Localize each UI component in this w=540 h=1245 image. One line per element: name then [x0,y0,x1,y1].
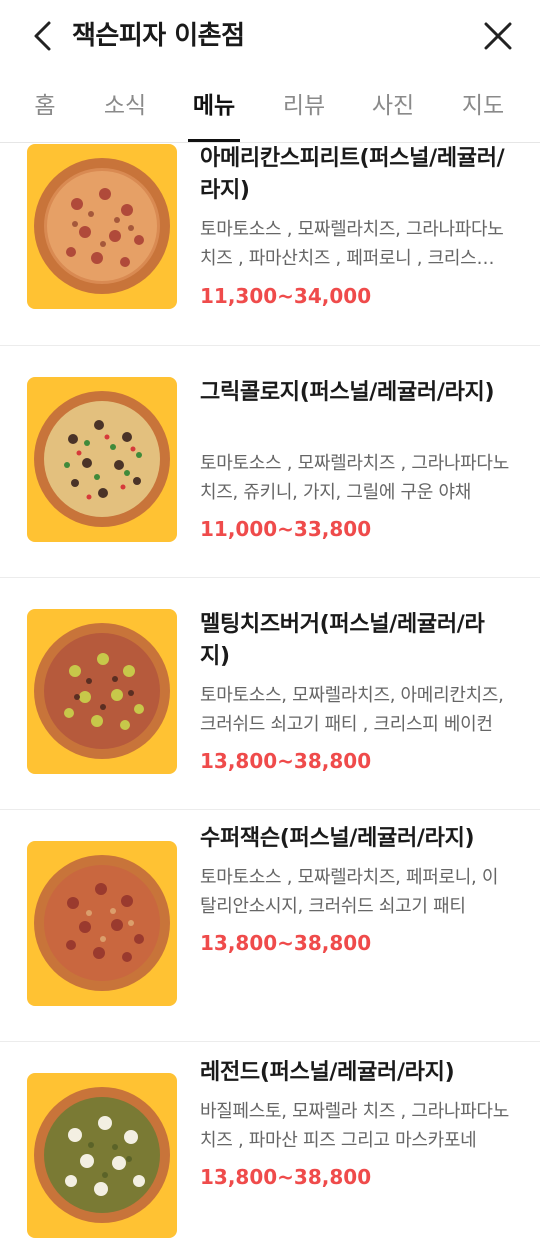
menu-item-image [27,841,177,1006]
menu-item-description: 토마토소스 , 모짜렐라치즈 , 그라나파다노치즈, 쥬키니, 가지, 그릴에 … [200,453,509,503]
menu-item-price: 11,300~34,000 [200,284,372,308]
menu-item-description: 바질페스토, 모짜렐라 치즈 , 그라나파다노 치즈 , 파마산 피즈 그리고 … [200,1101,509,1151]
close-icon [484,22,512,50]
menu-item[interactable]: 그릭콜로지(퍼스널/레귤러/라지) 토마토소스 , 모짜렐라치즈 , 그라나파다… [0,345,540,578]
menu-item-name: 멜팅치즈버거(퍼스널/레귤러/라지) [200,612,485,669]
menu-item-description: 토마토소스, 모짜렐라치즈, 아메리칸치즈, 크러쉬드 쇠고기 패티 , 크리스… [200,685,504,735]
menu-item-image [27,1073,177,1238]
menu-item-price: 13,800~38,800 [200,1165,372,1189]
close-button[interactable] [478,16,518,56]
tab-map[interactable]: 지도 [456,72,510,142]
menu-item-name: 아메리칸스피리트(퍼스널/레귤러/라지) [200,146,505,203]
tab-news[interactable]: 소식 [98,72,152,142]
chevron-left-icon [34,21,51,51]
menu-item-price: 13,800~38,800 [200,931,372,955]
menu-item[interactable]: 멜팅치즈버거(퍼스널/레귤러/라지) 토마토소스, 모짜렐라치즈, 아메리칸치즈… [0,577,540,810]
menu-item-price: 13,800~38,800 [200,749,372,773]
menu-item-image [27,609,177,774]
menu-item-price: 11,000~33,800 [200,517,372,541]
menu-item-description: 토마토소스 , 모짜렐라치즈, 페퍼로니, 이탈리안소시지, 크러쉬드 쇠고기 … [200,867,499,917]
tab-home[interactable]: 홈 [22,72,68,142]
tab-bar: 홈 소식 메뉴 리뷰 사진 지도 [0,72,540,143]
tab-reviews[interactable]: 리뷰 [278,72,330,142]
menu-item-name: 그릭콜로지(퍼스널/레귤러/라지) [200,380,495,405]
tab-photos[interactable]: 사진 [366,72,420,142]
back-button[interactable] [24,16,60,56]
menu-list: 아메리칸스피리트(퍼스널/레귤러/라지) 토마토소스 , 모짜렐라치즈, 그라나… [0,143,540,1245]
tab-menu[interactable]: 메뉴 [188,72,240,142]
menu-item-description: 토마토소스 , 모짜렐라치즈, 그라나파다노 치즈 , 파마산치즈 , 페퍼로니… [200,219,504,269]
menu-item-image [27,144,177,309]
page-title: 잭슨피자 이촌점 [72,21,245,51]
menu-item-name: 수퍼잭슨(퍼스널/레귤러/라지) [200,826,475,851]
menu-item[interactable]: 아메리칸스피리트(퍼스널/레귤러/라지) 토마토소스 , 모짜렐라치즈, 그라나… [0,143,540,346]
menu-item-image [27,377,177,542]
menu-item[interactable]: 수퍼잭슨(퍼스널/레귤러/라지) 토마토소스 , 모짜렐라치즈, 페퍼로니, 이… [0,809,540,1042]
menu-item-name: 레전드(퍼스널/레귤러/라지) [200,1060,455,1085]
menu-item[interactable]: 레전드(퍼스널/레귤러/라지) 바질페스토, 모짜렐라 치즈 , 그라나파다노 … [0,1041,540,1245]
top-bar: 잭슨피자 이촌점 [0,0,540,72]
